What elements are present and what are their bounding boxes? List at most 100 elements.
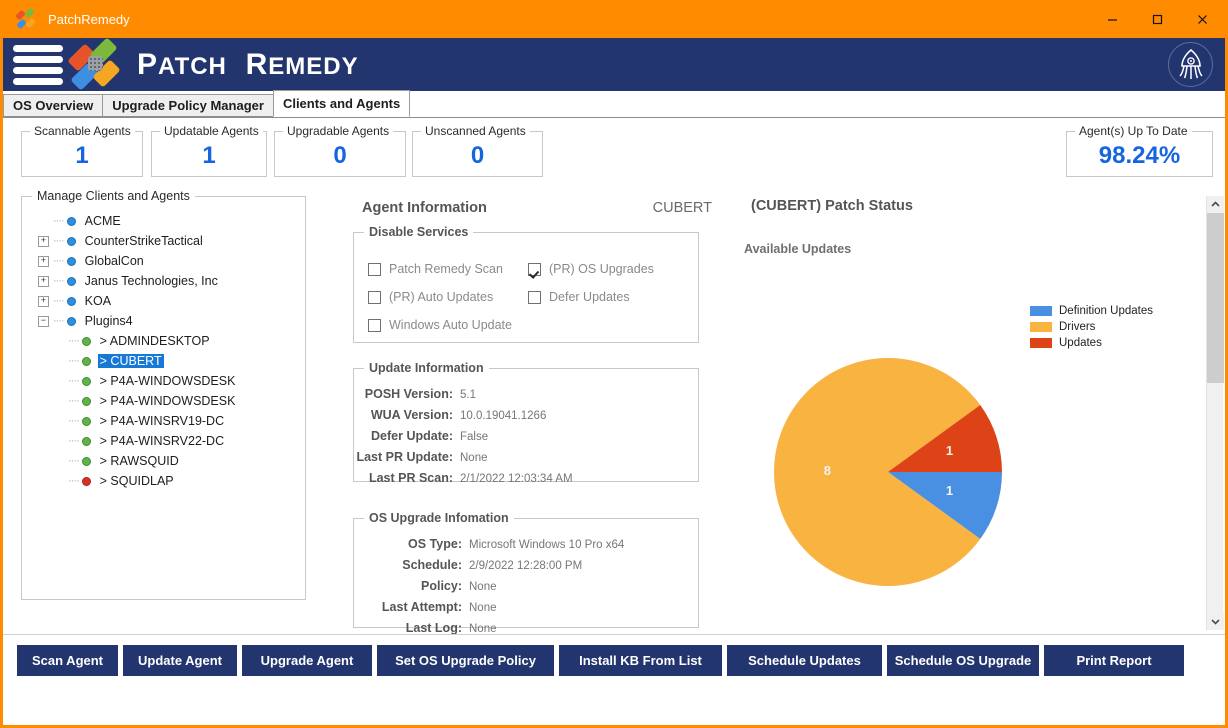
tree-connector-line: ···· bbox=[53, 275, 64, 287]
tree-node-label[interactable]: Janus Technologies, Inc bbox=[83, 274, 220, 288]
brand-word-1-rest: ATCH bbox=[158, 53, 227, 80]
tree-node[interactable]: + ···· KOA bbox=[22, 291, 305, 311]
tree-node-label[interactable]: > P4A-WINDOWSDESK bbox=[98, 394, 238, 408]
scroll-down-button[interactable] bbox=[1207, 613, 1224, 630]
maximize-button[interactable] bbox=[1135, 0, 1180, 38]
tree-node-label[interactable]: > CUBERT bbox=[98, 354, 164, 368]
update-information-legend: Update Information bbox=[364, 361, 489, 375]
tree-connector-line: ···· bbox=[53, 295, 64, 307]
footer-button-row: Scan AgentUpdate AgentUpgrade AgentSet O… bbox=[17, 645, 1184, 676]
tree-node-label[interactable]: > SQUIDLAP bbox=[98, 474, 176, 488]
status-dot-green-icon bbox=[82, 357, 91, 366]
checkbox-defer-updates[interactable]: Defer Updates bbox=[528, 290, 688, 304]
checkbox-pr-auto-updates[interactable]: (PR) Auto Updates bbox=[368, 290, 528, 304]
content-vertical-scrollbar[interactable] bbox=[1206, 196, 1223, 630]
footer-button-install-kb-from-list[interactable]: Install KB From List bbox=[559, 645, 722, 676]
tree-node[interactable]: + ···· CounterStrikeTactical bbox=[22, 231, 305, 251]
tree-node-label[interactable]: > P4A-WINSRV19-DC bbox=[98, 414, 226, 428]
pie-slice-value-label: 8 bbox=[824, 463, 831, 478]
checkbox-pr-os-upgrades[interactable]: (PR) OS Upgrades bbox=[528, 262, 688, 276]
info-row: Last PR Update:None bbox=[354, 450, 698, 471]
close-button[interactable] bbox=[1180, 0, 1225, 38]
footer-button-schedule-updates[interactable]: Schedule Updates bbox=[727, 645, 882, 676]
tree-collapse-icon[interactable]: − bbox=[38, 316, 49, 327]
patchremedy-window: PatchRemedy bbox=[0, 0, 1228, 728]
kpi-value: 98.24% bbox=[1067, 142, 1212, 170]
legend-swatch bbox=[1030, 338, 1052, 348]
footer-button-scan-agent[interactable]: Scan Agent bbox=[17, 645, 118, 676]
footer-button-upgrade-agent[interactable]: Upgrade Agent bbox=[242, 645, 372, 676]
legend-item: Definition Updates bbox=[1030, 304, 1153, 318]
info-row-value: 2/9/2022 12:28:00 PM bbox=[469, 560, 582, 572]
legend-swatch bbox=[1030, 322, 1052, 332]
pie-slice-value-label: 1 bbox=[946, 443, 953, 458]
status-dot-blue-icon bbox=[67, 297, 76, 306]
os-upgrade-information-rows: OS Type:Microsoft Windows 10 Pro x64Sche… bbox=[354, 537, 698, 634]
tree-connector-line: ···· bbox=[53, 235, 64, 247]
checkbox-label: Windows Auto Update bbox=[389, 318, 512, 332]
hamburger-menu-icon[interactable] bbox=[13, 42, 63, 88]
status-dot-blue-icon bbox=[67, 217, 76, 226]
tree-node-label[interactable]: ACME bbox=[83, 214, 123, 228]
minimize-button[interactable] bbox=[1090, 0, 1135, 38]
checkbox-patch-remedy-scan[interactable]: Patch Remedy Scan bbox=[368, 262, 528, 276]
footer-button-update-agent[interactable]: Update Agent bbox=[123, 645, 237, 676]
status-dot-green-icon bbox=[82, 337, 91, 346]
tree-node-label[interactable]: CounterStrikeTactical bbox=[83, 234, 205, 248]
tree-node-label[interactable]: > P4A-WINDOWSDESK bbox=[98, 374, 238, 388]
tree-node[interactable]: −····Plugins4 bbox=[22, 311, 305, 331]
tree-node-label[interactable]: KOA bbox=[83, 294, 113, 308]
tree-node[interactable]: ····> ADMINDESKTOP bbox=[22, 331, 305, 351]
tree-node[interactable]: +····GlobalCon bbox=[22, 251, 305, 271]
tree-node[interactable]: ····> P4A-WINSRV22-DC bbox=[22, 431, 305, 451]
tree-node[interactable]: + ···· Janus Technologies, Inc bbox=[22, 271, 305, 291]
brand-wordmark: PATCH REMEDY bbox=[137, 48, 359, 82]
tab-os-overview[interactable]: OS Overview bbox=[3, 94, 103, 117]
footer-button-print-report[interactable]: Print Report bbox=[1044, 645, 1184, 676]
tree-node[interactable]: ····ACME bbox=[22, 211, 305, 231]
status-dot-green-icon bbox=[82, 457, 91, 466]
squid-glyph bbox=[1176, 48, 1206, 82]
tree-node-label[interactable]: Plugins4 bbox=[83, 314, 135, 328]
scroll-up-button[interactable] bbox=[1207, 196, 1224, 213]
status-dot-green-icon bbox=[82, 417, 91, 426]
checkbox-windows-auto-update[interactable]: Windows Auto Update bbox=[368, 318, 538, 332]
tree-node[interactable]: ····> CUBERT bbox=[22, 351, 305, 371]
kpi-updatable-agents: Updatable Agents 1 bbox=[151, 131, 267, 177]
status-dot-blue-icon bbox=[67, 277, 76, 286]
tree-node[interactable]: ···· > P4A-WINDOWSDESK bbox=[22, 391, 305, 411]
tab-clients-and-agents[interactable]: Clients and Agents bbox=[273, 90, 410, 117]
tree-node-label[interactable]: > P4A-WINSRV22-DC bbox=[98, 434, 226, 448]
tree-connector-line: ···· bbox=[68, 415, 79, 427]
window-controls bbox=[1090, 0, 1225, 38]
status-dot-red-icon bbox=[82, 477, 91, 486]
tree-expand-icon[interactable]: + bbox=[38, 296, 49, 307]
tree-expand-icon[interactable]: + bbox=[38, 236, 49, 247]
footer-button-schedule-os-upgrade[interactable]: Schedule OS Upgrade bbox=[887, 645, 1039, 676]
squid-logo-icon[interactable] bbox=[1168, 42, 1213, 87]
tree-node-label[interactable]: GlobalCon bbox=[83, 254, 146, 268]
update-information-panel: Update Information POSH Version:5.1WUA V… bbox=[353, 368, 699, 482]
patch-status-chart-panel: (CUBERT) Patch Status Available Updates … bbox=[738, 182, 1198, 634]
tree-connector-line: ···· bbox=[68, 395, 79, 407]
tree-node-label[interactable]: > ADMINDESKTOP bbox=[98, 334, 212, 348]
info-row-value: None bbox=[469, 581, 497, 593]
legend-label: Drivers bbox=[1059, 321, 1095, 333]
tab-upgrade-policy-manager[interactable]: Upgrade Policy Manager bbox=[102, 94, 274, 117]
tree-expand-icon[interactable]: + bbox=[38, 276, 49, 287]
tree-node-label[interactable]: > RAWSQUID bbox=[98, 454, 181, 468]
client-agent-tree[interactable]: ····ACME+····CounterStrikeTactical+····G… bbox=[22, 211, 305, 491]
disable-services-legend: Disable Services bbox=[364, 225, 473, 239]
info-row-value: False bbox=[460, 431, 488, 443]
tree-node[interactable]: ···· > P4A-WINSRV19-DC bbox=[22, 411, 305, 431]
tree-node[interactable]: ····> SQUIDLAP bbox=[22, 471, 305, 491]
tree-node[interactable]: ····> P4A-WINDOWSDESK bbox=[22, 371, 305, 391]
kpi-label: Updatable Agents bbox=[160, 124, 263, 138]
footer-button-set-os-upgrade-policy[interactable]: Set OS Upgrade Policy bbox=[377, 645, 554, 676]
status-dot-blue-icon bbox=[67, 237, 76, 246]
tree-expand-icon[interactable]: + bbox=[38, 256, 49, 267]
scrollbar-thumb[interactable] bbox=[1207, 213, 1224, 383]
tree-node[interactable]: ····> RAWSQUID bbox=[22, 451, 305, 471]
app-header: PATCH REMEDY bbox=[3, 38, 1225, 91]
kpi-label: Unscanned Agents bbox=[421, 124, 530, 138]
